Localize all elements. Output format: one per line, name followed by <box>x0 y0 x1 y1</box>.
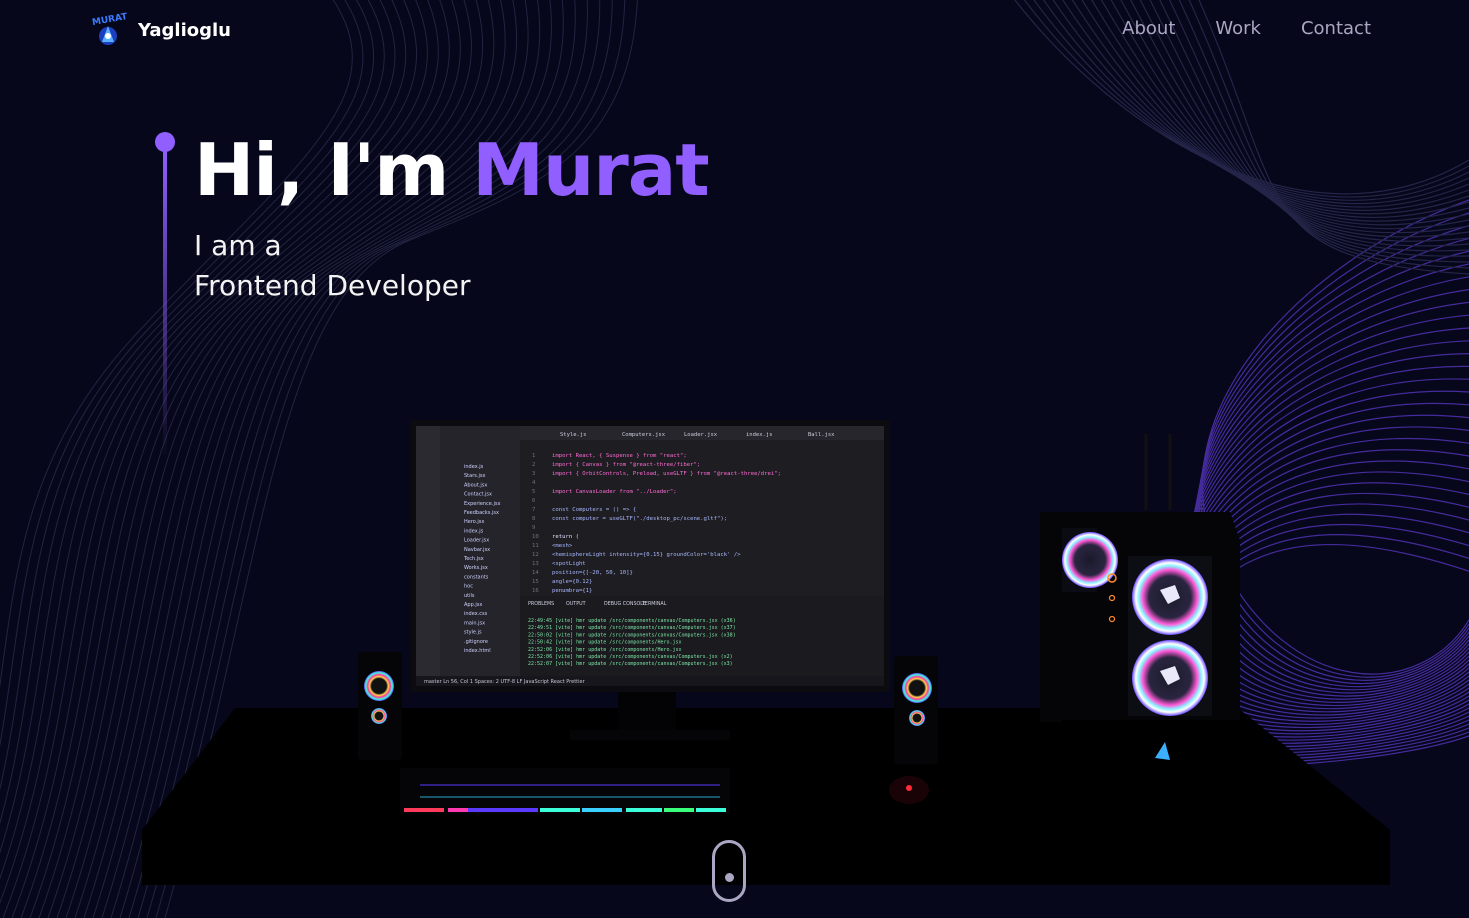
code-line: angle={0.12} <box>552 579 592 585</box>
monitor: Style.js Computers.jsx Loader.jsx index.js B… <box>410 420 890 692</box>
svg-text:14: 14 <box>532 570 539 576</box>
panel-tab[interactable]: DEBUG CONSOLE <box>604 601 646 607</box>
terminal-line: 22:49:45 [vite] hmr update /src/componen… <box>528 618 736 624</box>
code-line: import CanvasLoader from "../Loader"; <box>552 489 677 495</box>
code-line: position={[-20, 50, 10]} <box>552 570 633 576</box>
editor-tab[interactable]: Style.js <box>560 432 587 438</box>
explorer-file[interactable]: .gitignore <box>464 639 488 645</box>
panel-tab[interactable]: OUTPUT <box>566 601 586 607</box>
svg-text:15: 15 <box>532 579 539 585</box>
explorer-file[interactable]: Feedbacks.jsx <box>464 510 499 516</box>
code-line: <spotLight <box>552 561 586 567</box>
explorer-file[interactable]: Hero.jsx <box>464 519 484 525</box>
terminal-line: 22:52:07 [vite] hmr update /src/componen… <box>528 661 733 667</box>
desk-surface <box>142 708 1390 885</box>
terminal-line: 22:49:51 [vite] hmr update /src/componen… <box>528 625 736 631</box>
explorer-file[interactable]: index.js <box>464 464 484 470</box>
explorer-file[interactable]: About.jsx <box>464 482 487 488</box>
panel-tab[interactable]: PROBLEMS <box>528 601 554 607</box>
code-line: <mesh> <box>552 543 573 549</box>
explorer-file[interactable]: Stars.jsx <box>464 473 485 479</box>
explorer-file[interactable]: main.jsx <box>464 620 485 626</box>
svg-text:7: 7 <box>532 507 535 513</box>
svg-text:16: 16 <box>532 588 539 594</box>
editor-tab[interactable]: Ball.jsx <box>808 432 835 438</box>
monitor-stand <box>618 688 676 736</box>
terminal-line: 22:52:06 [vite] hmr update /src/componen… <box>528 654 733 660</box>
code-line: import { OrbitControls, Preload, useGLTF… <box>552 471 781 477</box>
svg-text:9: 9 <box>532 525 535 531</box>
editor-tab[interactable]: index.js <box>746 432 773 438</box>
scroll-dot-icon <box>725 873 734 882</box>
code-line: const computer = useGLTF("./desktop_pc/s… <box>552 516 727 522</box>
right-speaker <box>894 656 938 764</box>
code-line: <hemisphereLight intensity={0.15} ground… <box>552 552 741 558</box>
scroll-down-indicator[interactable] <box>712 840 746 902</box>
left-speaker <box>358 652 402 760</box>
pc-tower <box>1040 434 1240 760</box>
explorer-file[interactable]: Experience.jsx <box>464 501 500 507</box>
explorer-file[interactable]: index.js <box>464 528 484 534</box>
explorer-file[interactable]: Works.jsx <box>464 565 488 571</box>
terminal-line: 22:50:02 [vite] hmr update /src/componen… <box>528 632 736 638</box>
code-line: const Computers = () => { <box>552 507 636 513</box>
editor-tab[interactable]: Computers.jsx <box>622 432 666 438</box>
explorer-file[interactable]: Navbar.jsx <box>464 547 490 553</box>
terminal-line: 22:52:06 [vite] hmr update /src/componen… <box>528 647 682 653</box>
code-line: return ( <box>552 534 579 540</box>
svg-text:12: 12 <box>532 552 539 558</box>
svg-text:3: 3 <box>532 471 535 477</box>
status-bar-text: master Ln 56, Col 1 Spaces: 2 UTF-8 LF J… <box>424 679 586 685</box>
svg-text:1: 1 <box>532 453 535 459</box>
code-line: penumbra={1} <box>552 588 592 594</box>
svg-text:2: 2 <box>532 462 535 468</box>
code-line: import { Canvas } from "@react-three/fib… <box>552 462 700 468</box>
explorer-file[interactable]: index.css <box>464 611 488 617</box>
explorer-file[interactable]: App.jsx <box>464 602 482 608</box>
explorer-file[interactable]: utils <box>464 593 475 599</box>
explorer-file[interactable]: style.js <box>464 630 482 636</box>
panel-tab[interactable]: TERMINAL <box>641 601 667 607</box>
svg-text:13: 13 <box>532 561 539 567</box>
explorer-file[interactable]: Tech.jsx <box>463 556 484 562</box>
terminal-line: 22:50:42 [vite] hmr update /src/componen… <box>528 640 682 646</box>
svg-text:10: 10 <box>532 534 539 540</box>
svg-text:6: 6 <box>532 498 535 504</box>
explorer-file[interactable]: Contact.jsx <box>464 492 492 498</box>
svg-text:5: 5 <box>532 489 535 495</box>
svg-text:11: 11 <box>532 543 539 549</box>
explorer-file[interactable]: index.html <box>464 648 491 654</box>
code-line: import React, { Suspense } from "react"; <box>552 453 687 459</box>
explorer-file[interactable]: Loader.jsx <box>464 538 489 544</box>
explorer-file[interactable]: constants <box>464 574 489 580</box>
rgb-keyboard <box>400 768 730 814</box>
desktop-pc-3d-scene: Style.js Computers.jsx Loader.jsx index.js B… <box>142 420 1390 885</box>
explorer-file[interactable]: hoc <box>464 584 473 590</box>
editor-tab[interactable]: Loader.jsx <box>684 432 718 438</box>
